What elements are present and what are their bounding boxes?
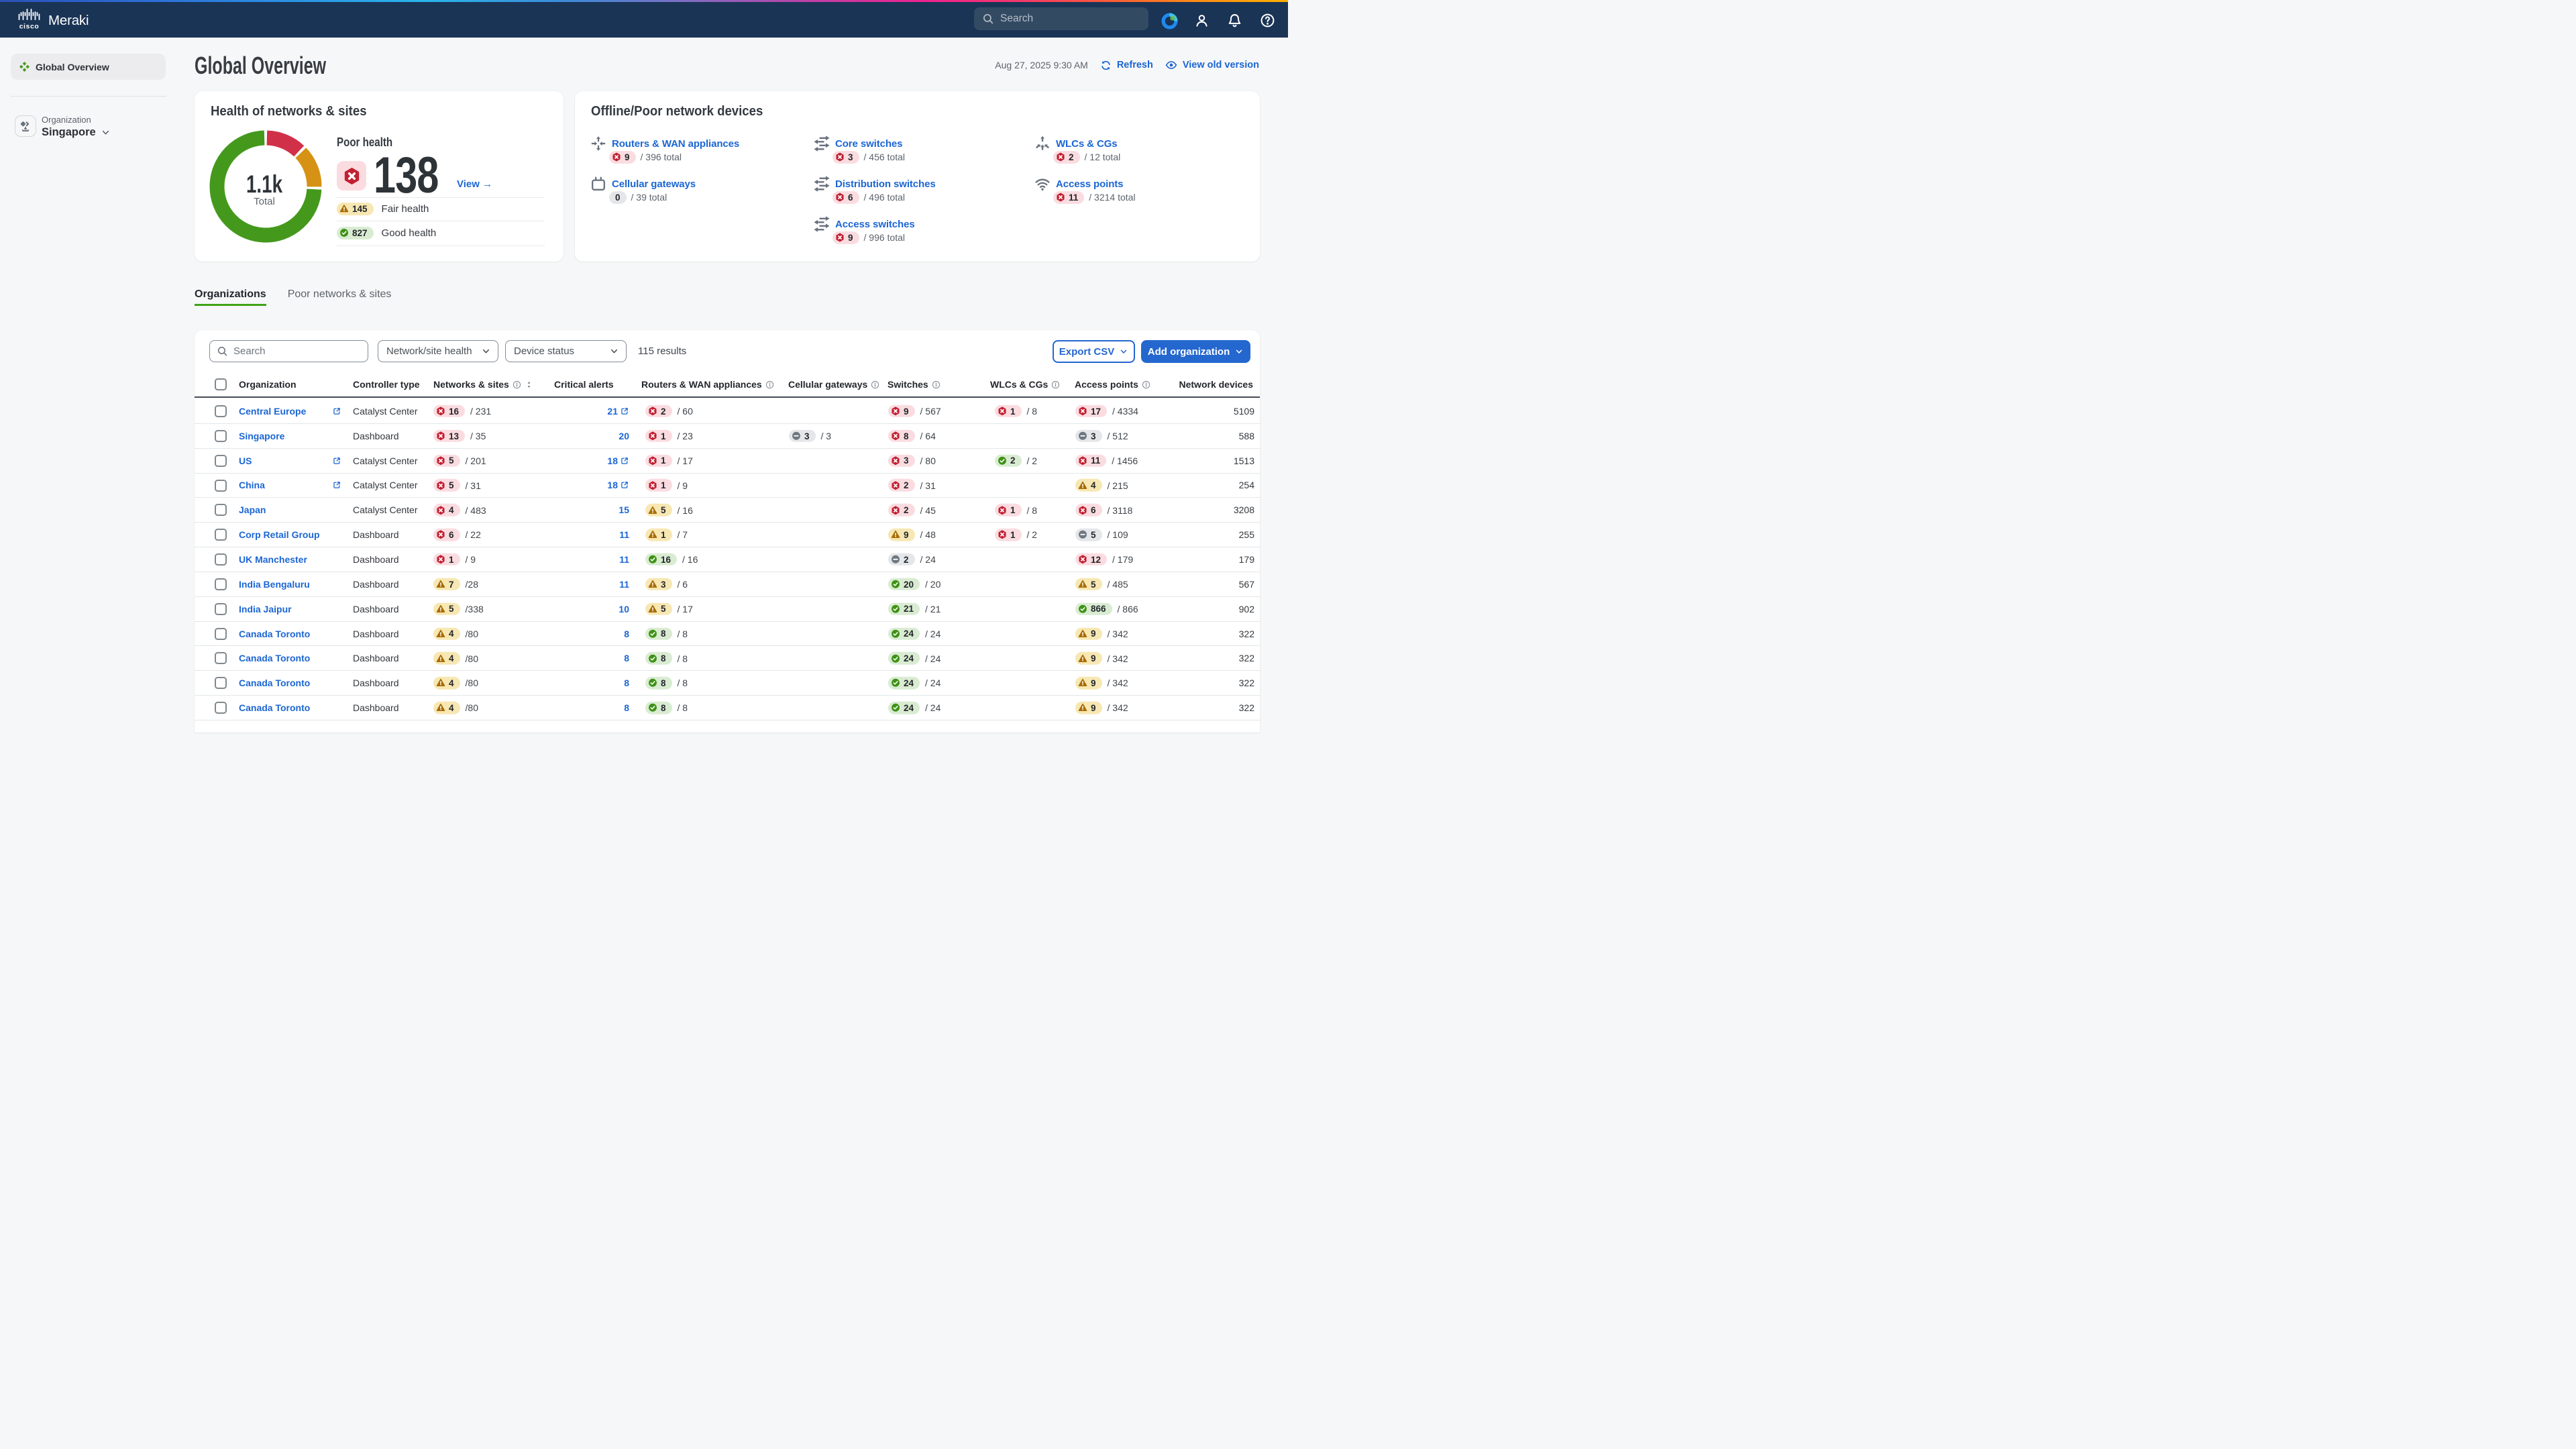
svg-text:cisco: cisco xyxy=(19,22,40,30)
